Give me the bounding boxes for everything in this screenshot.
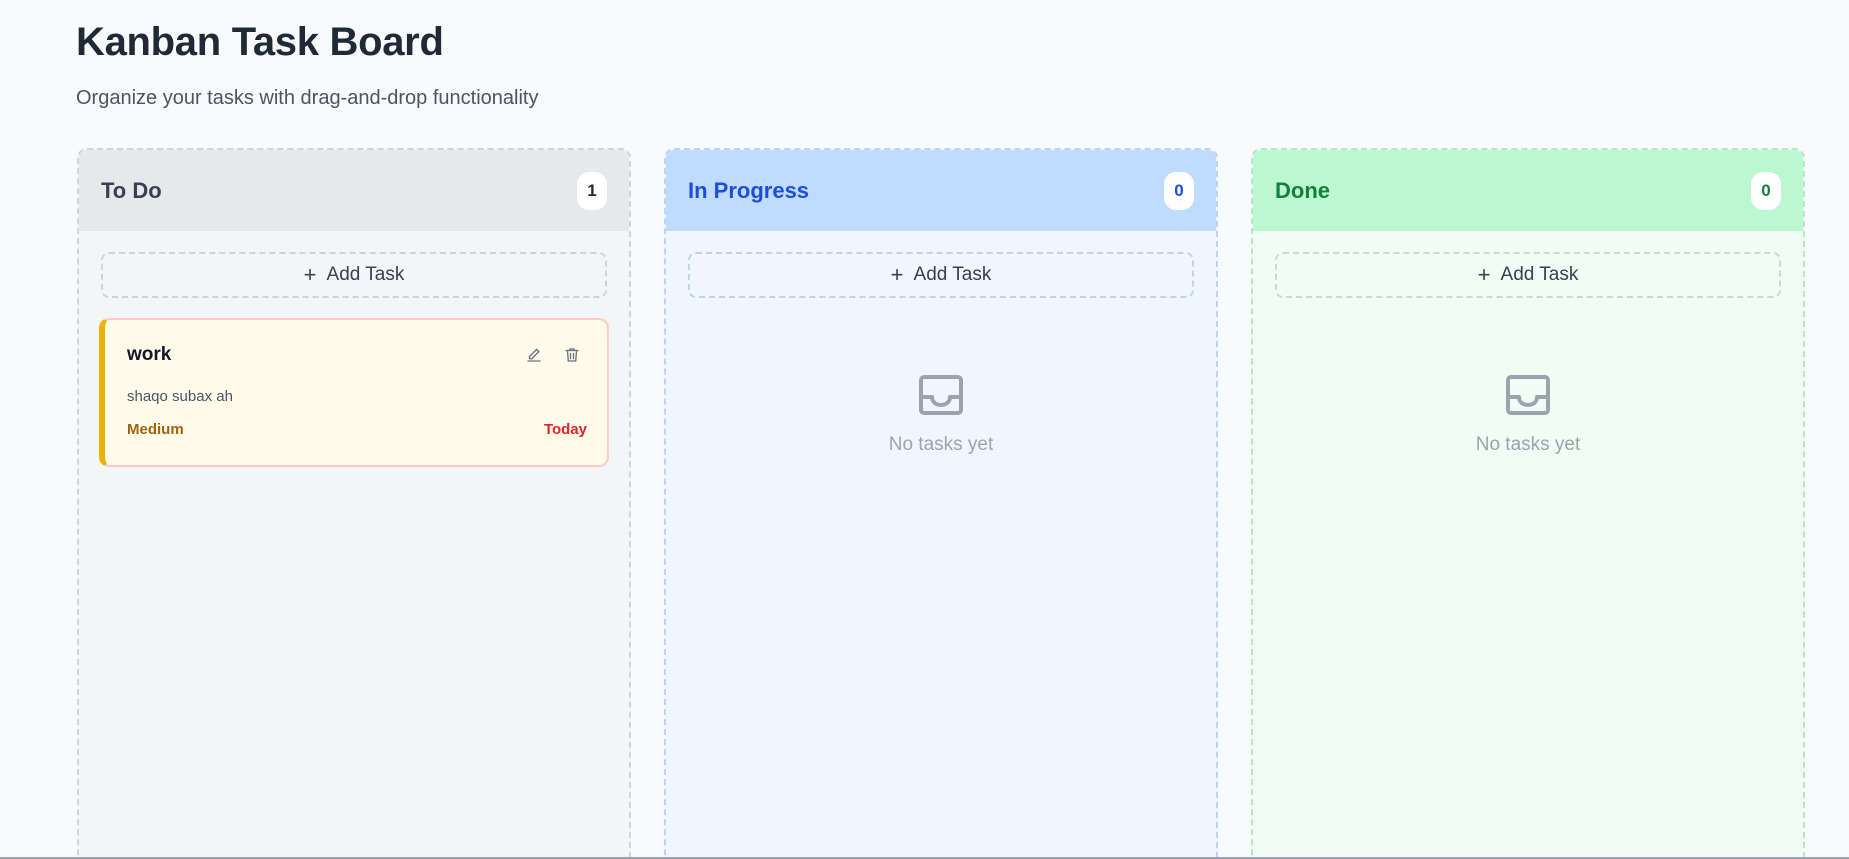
- trash-icon[interactable]: [563, 346, 581, 364]
- plus-icon: +: [1477, 262, 1491, 287]
- pencil-icon[interactable]: [525, 346, 543, 364]
- column-body: + Add Task No tasks yet: [1253, 231, 1803, 477]
- inbox-icon: [919, 375, 963, 415]
- priority-badge: Medium: [127, 421, 184, 438]
- add-task-button[interactable]: + Add Task: [101, 252, 607, 298]
- column-title: Done: [1275, 177, 1330, 203]
- task-card[interactable]: work shaqo subax ah Medium Today: [99, 318, 609, 467]
- task-footer: Medium Today: [127, 421, 587, 438]
- due-date: Today: [543, 421, 587, 438]
- add-task-button[interactable]: + Add Task: [688, 252, 1194, 298]
- column-in-progress[interactable]: In Progress 0 + Add Task No tasks yet: [664, 148, 1218, 859]
- empty-state: No tasks yet: [688, 374, 1194, 456]
- page-title: Kanban Task Board: [76, 20, 444, 64]
- column-header-done: Done 0: [1253, 150, 1803, 231]
- column-title: To Do: [101, 177, 162, 203]
- column-header-in-progress: In Progress 0: [666, 150, 1216, 231]
- task-actions: [525, 346, 581, 364]
- task-description: shaqo subax ah: [127, 388, 233, 405]
- page: Kanban Task Board Organize your tasks wi…: [0, 0, 1849, 110]
- empty-state-text: No tasks yet: [1475, 434, 1581, 455]
- task-count-badge: 0: [1751, 171, 1781, 210]
- column-title: In Progress: [688, 177, 810, 203]
- column-body: + Add Task No tasks yet: [666, 231, 1216, 477]
- empty-state-text: No tasks yet: [888, 434, 994, 455]
- empty-state: No tasks yet: [1275, 374, 1781, 456]
- kanban-board: To Do 1 + Add Task work shaqo subax ah M…: [77, 148, 1805, 859]
- task-title: work: [127, 344, 172, 365]
- page-subtitle: Organize your tasks with drag-and-drop f…: [76, 87, 539, 109]
- task-count-badge: 0: [1164, 171, 1194, 210]
- task-count-badge: 1: [577, 171, 607, 210]
- column-done[interactable]: Done 0 + Add Task No tasks yet: [1251, 148, 1805, 859]
- column-todo[interactable]: To Do 1 + Add Task work shaqo subax ah M…: [77, 148, 631, 859]
- plus-icon: +: [890, 262, 904, 287]
- add-task-button[interactable]: + Add Task: [1275, 252, 1781, 298]
- add-task-label: Add Task: [326, 264, 405, 285]
- column-body: + Add Task work shaqo subax ah Medium To…: [79, 231, 629, 488]
- add-task-label: Add Task: [1500, 264, 1579, 285]
- column-header-todo: To Do 1: [79, 150, 629, 231]
- add-task-label: Add Task: [913, 264, 992, 285]
- plus-icon: +: [303, 262, 317, 287]
- inbox-icon: [1506, 375, 1550, 415]
